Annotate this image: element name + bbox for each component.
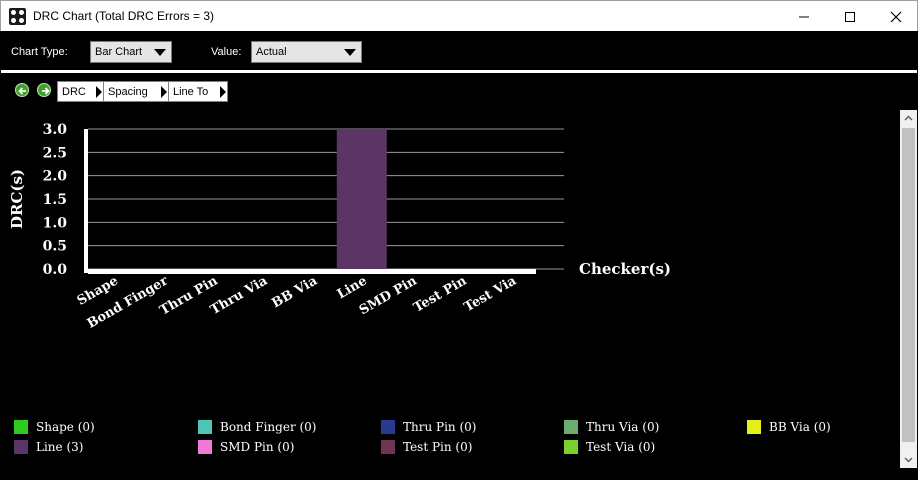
legend-label: Bond Finger (0) bbox=[220, 420, 317, 434]
legend-swatch bbox=[564, 440, 578, 454]
x-tick-label: Thru Via bbox=[208, 273, 271, 318]
title-bar: DRC Chart (Total DRC Errors = 3) bbox=[0, 0, 918, 31]
value-label: Value: bbox=[211, 46, 242, 58]
drc-app-icon bbox=[9, 8, 26, 25]
value-select-value: Actual bbox=[256, 46, 287, 58]
y-tick-label: 3.0 bbox=[43, 122, 68, 138]
legend-label: Thru Via (0) bbox=[586, 420, 660, 434]
chevron-down-icon bbox=[154, 49, 166, 56]
x-tick-label: SMD Pin bbox=[357, 273, 420, 318]
toolbar: Chart Type: Bar Chart Value: Actual bbox=[1, 31, 917, 71]
legend-swatch bbox=[564, 420, 578, 434]
legend-label: Shape (0) bbox=[36, 420, 95, 434]
vertical-scrollbar[interactable] bbox=[900, 110, 917, 468]
x-tick-label: Test Pin bbox=[411, 273, 470, 315]
y-axis-title: DRC(s) bbox=[8, 169, 26, 229]
y-tick-label: 0.0 bbox=[43, 262, 68, 278]
chevron-right-icon bbox=[96, 86, 102, 98]
breadcrumb-drc[interactable]: DRC bbox=[57, 81, 104, 102]
arrow-left-icon bbox=[18, 87, 26, 95]
drc-bar-chart: 0.00.51.01.52.02.53.0ShapeBond FingerThr… bbox=[8, 122, 671, 332]
close-icon bbox=[890, 11, 902, 22]
chevron-right-icon bbox=[220, 86, 226, 98]
chevron-down-icon bbox=[344, 49, 356, 56]
x-tick-label: Test Via bbox=[462, 273, 520, 315]
arrow-right-icon bbox=[42, 87, 50, 95]
back-button[interactable] bbox=[15, 83, 29, 97]
chevron-right-icon bbox=[161, 86, 167, 98]
minimize-button[interactable] bbox=[781, 1, 827, 32]
y-axis bbox=[84, 129, 88, 273]
legend-label: Test Via (0) bbox=[586, 440, 656, 454]
forward-button[interactable] bbox=[37, 83, 51, 97]
scroll-up-button[interactable] bbox=[900, 110, 917, 127]
legend-swatch bbox=[747, 420, 761, 434]
x-axis-title: Checker(s) bbox=[579, 260, 671, 278]
maximize-button[interactable] bbox=[827, 1, 873, 32]
y-tick-label: 0.5 bbox=[43, 239, 67, 255]
chart-type-value: Bar Chart bbox=[95, 46, 143, 58]
y-tick-label: 1.5 bbox=[43, 192, 67, 208]
bar-line bbox=[336, 129, 387, 269]
legend-swatch bbox=[198, 420, 212, 434]
breadcrumb-spacing[interactable]: Spacing bbox=[103, 81, 169, 102]
minimize-icon bbox=[799, 16, 809, 17]
x-tick-label: BB Via bbox=[269, 273, 320, 311]
breadcrumb-line-to[interactable]: Line To bbox=[168, 81, 228, 102]
legend-swatch bbox=[381, 420, 395, 434]
x-tick-label: Line bbox=[335, 273, 370, 302]
legend-label: Thru Pin (0) bbox=[403, 420, 477, 434]
chevron-up-icon bbox=[904, 115, 913, 121]
maximize-icon bbox=[845, 11, 855, 22]
toolbar-divider bbox=[1, 70, 917, 73]
scroll-thumb[interactable] bbox=[902, 128, 915, 428]
chevron-down-icon bbox=[904, 457, 913, 463]
legend-swatch bbox=[14, 440, 28, 454]
legend-swatch bbox=[381, 440, 395, 454]
legend-swatch bbox=[14, 420, 28, 434]
close-button[interactable] bbox=[873, 1, 918, 32]
legend-label: SMD Pin (0) bbox=[220, 440, 295, 454]
legend-swatch bbox=[198, 440, 212, 454]
legend-label: BB Via (0) bbox=[769, 420, 831, 434]
chart-type-label: Chart Type: bbox=[11, 46, 68, 58]
y-tick-label: 2.5 bbox=[43, 145, 67, 161]
scroll-down-button[interactable] bbox=[900, 451, 917, 468]
y-tick-label: 2.0 bbox=[43, 169, 68, 185]
legend-label: Line (3) bbox=[36, 440, 84, 454]
scroll-track-segment bbox=[902, 426, 915, 442]
legend-label: Test Pin (0) bbox=[403, 440, 473, 454]
value-select[interactable]: Actual bbox=[251, 41, 362, 63]
y-tick-label: 1.0 bbox=[43, 215, 68, 231]
window-title: DRC Chart (Total DRC Errors = 3) bbox=[33, 9, 215, 23]
chart-type-select[interactable]: Bar Chart bbox=[90, 41, 172, 63]
